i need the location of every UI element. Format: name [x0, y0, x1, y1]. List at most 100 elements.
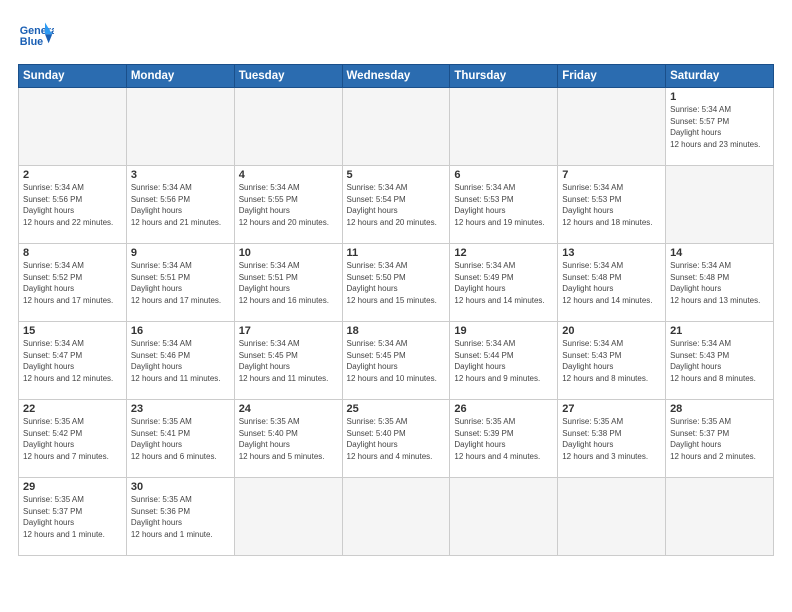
calendar-cell: [126, 88, 234, 166]
dow-header-tuesday: Tuesday: [234, 65, 342, 88]
day-detail: Sunrise: 5:34 AMSunset: 5:54 PMDaylight …: [347, 182, 446, 228]
dow-header-sunday: Sunday: [19, 65, 127, 88]
day-detail: Sunrise: 5:35 AMSunset: 5:39 PMDaylight …: [454, 416, 553, 462]
day-number: 11: [347, 247, 446, 259]
day-number: 6: [454, 169, 553, 181]
day-detail: Sunrise: 5:35 AMSunset: 5:40 PMDaylight …: [347, 416, 446, 462]
day-number: 15: [23, 325, 122, 337]
day-number: 13: [562, 247, 661, 259]
day-number: 30: [131, 481, 230, 493]
calendar-cell: 10Sunrise: 5:34 AMSunset: 5:51 PMDayligh…: [234, 244, 342, 322]
calendar-cell: 8Sunrise: 5:34 AMSunset: 5:52 PMDaylight…: [19, 244, 127, 322]
day-number: 28: [670, 403, 769, 415]
day-detail: Sunrise: 5:34 AMSunset: 5:49 PMDaylight …: [454, 260, 553, 306]
calendar-table: SundayMondayTuesdayWednesdayThursdayFrid…: [18, 64, 774, 556]
day-number: 18: [347, 325, 446, 337]
calendar-cell: 6Sunrise: 5:34 AMSunset: 5:53 PMDaylight…: [450, 166, 558, 244]
day-number: 25: [347, 403, 446, 415]
day-detail: Sunrise: 5:35 AMSunset: 5:37 PMDaylight …: [670, 416, 769, 462]
header: General Blue: [18, 18, 774, 54]
calendar-week-2: 2Sunrise: 5:34 AMSunset: 5:56 PMDaylight…: [19, 166, 774, 244]
calendar-cell: 23Sunrise: 5:35 AMSunset: 5:41 PMDayligh…: [126, 400, 234, 478]
calendar-cell: [666, 166, 774, 244]
dow-header-thursday: Thursday: [450, 65, 558, 88]
calendar-cell: 12Sunrise: 5:34 AMSunset: 5:49 PMDayligh…: [450, 244, 558, 322]
day-detail: Sunrise: 5:35 AMSunset: 5:40 PMDaylight …: [239, 416, 338, 462]
day-detail: Sunrise: 5:34 AMSunset: 5:51 PMDaylight …: [131, 260, 230, 306]
calendar-week-1: 1Sunrise: 5:34 AMSunset: 5:57 PMDaylight…: [19, 88, 774, 166]
calendar-cell: [19, 88, 127, 166]
calendar-cell: 30Sunrise: 5:35 AMSunset: 5:36 PMDayligh…: [126, 478, 234, 556]
calendar-cell: 26Sunrise: 5:35 AMSunset: 5:39 PMDayligh…: [450, 400, 558, 478]
day-detail: Sunrise: 5:34 AMSunset: 5:51 PMDaylight …: [239, 260, 338, 306]
day-number: 26: [454, 403, 553, 415]
day-detail: Sunrise: 5:34 AMSunset: 5:50 PMDaylight …: [347, 260, 446, 306]
calendar-cell: [342, 478, 450, 556]
day-detail: Sunrise: 5:34 AMSunset: 5:46 PMDaylight …: [131, 338, 230, 384]
day-number: 22: [23, 403, 122, 415]
calendar-cell: 18Sunrise: 5:34 AMSunset: 5:45 PMDayligh…: [342, 322, 450, 400]
calendar-cell: 14Sunrise: 5:34 AMSunset: 5:48 PMDayligh…: [666, 244, 774, 322]
calendar-cell: 2Sunrise: 5:34 AMSunset: 5:56 PMDaylight…: [19, 166, 127, 244]
calendar-cell: 29Sunrise: 5:35 AMSunset: 5:37 PMDayligh…: [19, 478, 127, 556]
calendar-cell: [450, 478, 558, 556]
calendar-cell: [234, 88, 342, 166]
calendar-cell: 19Sunrise: 5:34 AMSunset: 5:44 PMDayligh…: [450, 322, 558, 400]
calendar-cell: [342, 88, 450, 166]
day-number: 23: [131, 403, 230, 415]
svg-text:Blue: Blue: [20, 36, 43, 48]
day-of-week-row: SundayMondayTuesdayWednesdayThursdayFrid…: [19, 65, 774, 88]
day-number: 3: [131, 169, 230, 181]
calendar-cell: 21Sunrise: 5:34 AMSunset: 5:43 PMDayligh…: [666, 322, 774, 400]
day-detail: Sunrise: 5:34 AMSunset: 5:48 PMDaylight …: [562, 260, 661, 306]
dow-header-friday: Friday: [558, 65, 666, 88]
calendar-week-5: 22Sunrise: 5:35 AMSunset: 5:42 PMDayligh…: [19, 400, 774, 478]
calendar-week-3: 8Sunrise: 5:34 AMSunset: 5:52 PMDaylight…: [19, 244, 774, 322]
calendar-cell: 3Sunrise: 5:34 AMSunset: 5:56 PMDaylight…: [126, 166, 234, 244]
day-detail: Sunrise: 5:34 AMSunset: 5:52 PMDaylight …: [23, 260, 122, 306]
day-detail: Sunrise: 5:35 AMSunset: 5:41 PMDaylight …: [131, 416, 230, 462]
calendar-cell: 16Sunrise: 5:34 AMSunset: 5:46 PMDayligh…: [126, 322, 234, 400]
day-number: 29: [23, 481, 122, 493]
day-detail: Sunrise: 5:34 AMSunset: 5:56 PMDaylight …: [23, 182, 122, 228]
calendar-cell: [234, 478, 342, 556]
day-number: 24: [239, 403, 338, 415]
day-detail: Sunrise: 5:34 AMSunset: 5:48 PMDaylight …: [670, 260, 769, 306]
day-number: 21: [670, 325, 769, 337]
day-detail: Sunrise: 5:34 AMSunset: 5:45 PMDaylight …: [239, 338, 338, 384]
day-detail: Sunrise: 5:34 AMSunset: 5:53 PMDaylight …: [562, 182, 661, 228]
calendar-cell: 28Sunrise: 5:35 AMSunset: 5:37 PMDayligh…: [666, 400, 774, 478]
day-number: 16: [131, 325, 230, 337]
day-detail: Sunrise: 5:34 AMSunset: 5:44 PMDaylight …: [454, 338, 553, 384]
day-number: 2: [23, 169, 122, 181]
calendar-week-6: 29Sunrise: 5:35 AMSunset: 5:37 PMDayligh…: [19, 478, 774, 556]
day-number: 20: [562, 325, 661, 337]
day-number: 9: [131, 247, 230, 259]
day-detail: Sunrise: 5:34 AMSunset: 5:47 PMDaylight …: [23, 338, 122, 384]
calendar-cell: 15Sunrise: 5:34 AMSunset: 5:47 PMDayligh…: [19, 322, 127, 400]
day-detail: Sunrise: 5:35 AMSunset: 5:38 PMDaylight …: [562, 416, 661, 462]
calendar-cell: 5Sunrise: 5:34 AMSunset: 5:54 PMDaylight…: [342, 166, 450, 244]
calendar-cell: 1Sunrise: 5:34 AMSunset: 5:57 PMDaylight…: [666, 88, 774, 166]
calendar-cell: 17Sunrise: 5:34 AMSunset: 5:45 PMDayligh…: [234, 322, 342, 400]
day-number: 27: [562, 403, 661, 415]
day-detail: Sunrise: 5:35 AMSunset: 5:42 PMDaylight …: [23, 416, 122, 462]
day-number: 5: [347, 169, 446, 181]
calendar-cell: 20Sunrise: 5:34 AMSunset: 5:43 PMDayligh…: [558, 322, 666, 400]
calendar-cell: 11Sunrise: 5:34 AMSunset: 5:50 PMDayligh…: [342, 244, 450, 322]
day-number: 14: [670, 247, 769, 259]
day-number: 8: [23, 247, 122, 259]
day-detail: Sunrise: 5:34 AMSunset: 5:57 PMDaylight …: [670, 104, 769, 150]
dow-header-monday: Monday: [126, 65, 234, 88]
day-detail: Sunrise: 5:34 AMSunset: 5:55 PMDaylight …: [239, 182, 338, 228]
logo-icon: General Blue: [18, 18, 54, 54]
calendar-page: General Blue SundayMondayTuesdayWednesda…: [0, 0, 792, 612]
day-number: 19: [454, 325, 553, 337]
day-detail: Sunrise: 5:34 AMSunset: 5:56 PMDaylight …: [131, 182, 230, 228]
dow-header-wednesday: Wednesday: [342, 65, 450, 88]
calendar-cell: 22Sunrise: 5:35 AMSunset: 5:42 PMDayligh…: [19, 400, 127, 478]
day-number: 4: [239, 169, 338, 181]
day-number: 12: [454, 247, 553, 259]
calendar-cell: 4Sunrise: 5:34 AMSunset: 5:55 PMDaylight…: [234, 166, 342, 244]
day-number: 17: [239, 325, 338, 337]
